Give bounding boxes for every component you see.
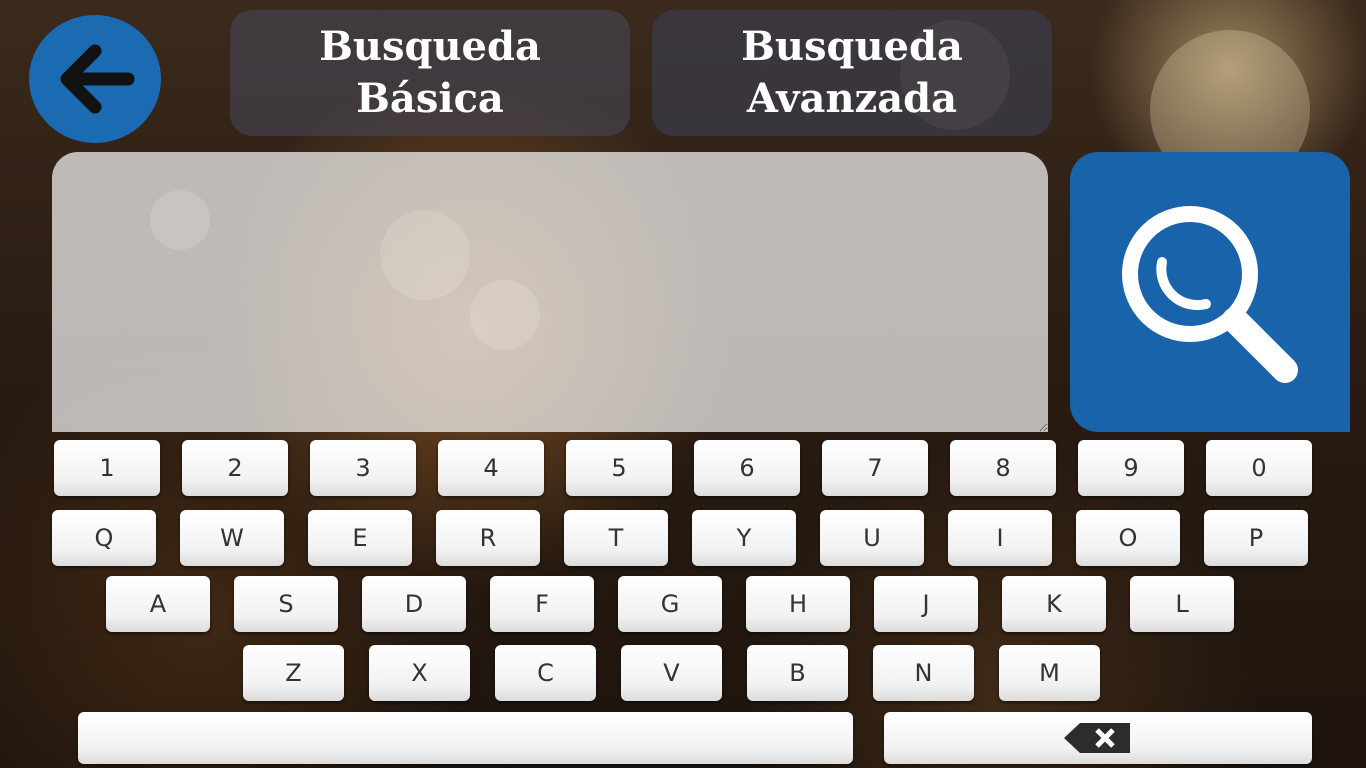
- key-z[interactable]: Z: [243, 645, 344, 701]
- key-1[interactable]: 1: [54, 440, 160, 496]
- space-key[interactable]: [78, 712, 853, 764]
- key-w[interactable]: W: [180, 510, 284, 566]
- key-i[interactable]: I: [948, 510, 1052, 566]
- key-u[interactable]: U: [820, 510, 924, 566]
- key-p[interactable]: P: [1204, 510, 1308, 566]
- key-v[interactable]: V: [621, 645, 722, 701]
- tab-advanced-search[interactable]: Busqueda Avanzada: [652, 10, 1052, 136]
- tab-basic-search-label: Busqueda Básica: [319, 21, 541, 125]
- key-5[interactable]: 5: [566, 440, 672, 496]
- backspace-icon: [1064, 723, 1130, 753]
- key-f[interactable]: F: [490, 576, 594, 632]
- key-b[interactable]: B: [747, 645, 848, 701]
- key-n[interactable]: N: [873, 645, 974, 701]
- key-s[interactable]: S: [234, 576, 338, 632]
- tab-advanced-search-label: Busqueda Avanzada: [741, 21, 963, 125]
- key-8[interactable]: 8: [950, 440, 1056, 496]
- key-9[interactable]: 9: [1078, 440, 1184, 496]
- key-7[interactable]: 7: [822, 440, 928, 496]
- key-q[interactable]: Q: [52, 510, 156, 566]
- key-r[interactable]: R: [436, 510, 540, 566]
- tab-advanced-line1: Busqueda: [741, 23, 963, 70]
- key-k[interactable]: K: [1002, 576, 1106, 632]
- key-e[interactable]: E: [308, 510, 412, 566]
- key-h[interactable]: H: [746, 576, 850, 632]
- magnifier-icon: [1122, 206, 1298, 383]
- backspace-key[interactable]: [884, 712, 1312, 764]
- tab-basic-search[interactable]: Busqueda Básica: [230, 10, 630, 136]
- key-j[interactable]: J: [874, 576, 978, 632]
- key-m[interactable]: M: [999, 645, 1100, 701]
- tab-advanced-line2: Avanzada: [746, 75, 958, 122]
- arrow-left-icon: [60, 44, 135, 114]
- key-o[interactable]: O: [1076, 510, 1180, 566]
- key-2[interactable]: 2: [182, 440, 288, 496]
- key-d[interactable]: D: [362, 576, 466, 632]
- key-l[interactable]: L: [1130, 576, 1234, 632]
- search-input[interactable]: [52, 152, 1048, 432]
- key-y[interactable]: Y: [692, 510, 796, 566]
- back-button[interactable]: [29, 15, 161, 143]
- search-button[interactable]: [1070, 152, 1350, 432]
- key-0[interactable]: 0: [1206, 440, 1312, 496]
- key-a[interactable]: A: [106, 576, 210, 632]
- key-x[interactable]: X: [369, 645, 470, 701]
- tab-basic-line1: Busqueda: [319, 23, 541, 70]
- key-g[interactable]: G: [618, 576, 722, 632]
- key-t[interactable]: T: [564, 510, 668, 566]
- key-6[interactable]: 6: [694, 440, 800, 496]
- tab-basic-line2: Básica: [356, 75, 504, 122]
- key-4[interactable]: 4: [438, 440, 544, 496]
- key-3[interactable]: 3: [310, 440, 416, 496]
- key-c[interactable]: C: [495, 645, 596, 701]
